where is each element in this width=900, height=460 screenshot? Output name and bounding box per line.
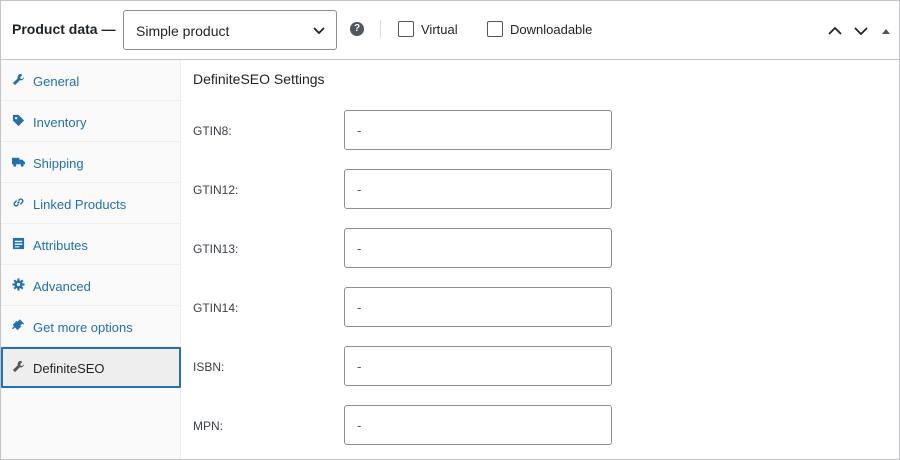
collapse-toggle-icon[interactable] <box>880 23 892 39</box>
tab-attributes[interactable]: Attributes <box>1 224 181 265</box>
truck-icon <box>12 157 25 167</box>
help-icon[interactable]: ? <box>350 22 364 36</box>
wrench-icon <box>12 360 25 373</box>
tab-general[interactable]: General <box>1 60 181 101</box>
tab-get-more-options[interactable]: Get more options <box>1 306 181 347</box>
tab-label: General <box>33 74 80 89</box>
tab-label: Inventory <box>33 115 87 130</box>
wrench-icon <box>12 73 25 86</box>
tab-label: Shipping <box>33 156 84 171</box>
gtin8-label: GTIN8: <box>193 124 232 138</box>
virtual-checkbox[interactable] <box>398 21 414 37</box>
tab-shipping[interactable]: Shipping <box>1 142 181 183</box>
isbn-field[interactable] <box>344 346 612 386</box>
gtin14-field[interactable] <box>344 287 612 327</box>
product-type-value: Simple product <box>136 23 230 39</box>
definiteseo-panel: DefiniteSEO Settings GTIN8: GTIN12: GTIN… <box>182 60 899 459</box>
header-divider <box>380 20 381 38</box>
gtin8-field[interactable] <box>344 110 612 150</box>
tab-advanced[interactable]: Advanced <box>1 265 181 306</box>
gtin13-field[interactable] <box>344 228 612 268</box>
tab-definiteseo[interactable]: DefiniteSEO <box>1 347 181 388</box>
product-type-select[interactable]: Simple product <box>123 10 337 50</box>
plug-icon <box>12 319 25 331</box>
gtin14-label: GTIN14: <box>193 301 239 315</box>
tab-label: Linked Products <box>33 197 127 212</box>
product-data-tabs: General Inventory Shipping Linked Produc… <box>1 60 181 459</box>
tab-label: Attributes <box>33 238 88 253</box>
mpn-field[interactable] <box>344 405 612 445</box>
tab-label: Get more options <box>33 320 133 335</box>
move-up-icon[interactable] <box>827 23 843 39</box>
gtin12-label: GTIN12: <box>193 183 239 197</box>
link-icon <box>13 198 24 207</box>
move-down-icon[interactable] <box>853 23 869 39</box>
list-icon <box>12 237 25 250</box>
tab-label: Advanced <box>33 279 91 294</box>
tab-label: DefiniteSEO <box>33 361 105 376</box>
isbn-label: ISBN: <box>193 360 225 374</box>
chevron-down-icon <box>313 27 325 35</box>
tab-linked-products[interactable]: Linked Products <box>1 183 181 224</box>
gtin13-label: GTIN13: <box>193 242 239 256</box>
section-title: DefiniteSEO Settings <box>193 71 325 87</box>
gtin12-field[interactable] <box>344 169 612 209</box>
downloadable-checkbox[interactable] <box>487 21 503 37</box>
gear-icon <box>12 278 25 291</box>
virtual-label[interactable]: Virtual <box>421 22 458 37</box>
panel-header: Product data — Simple product ? Virtual … <box>1 1 899 60</box>
mpn-label: MPN: <box>193 419 223 433</box>
product-data-panel: Product data — Simple product ? Virtual … <box>0 0 900 460</box>
tag-icon <box>12 114 25 127</box>
panel-title: Product data — <box>12 21 116 37</box>
tab-inventory[interactable]: Inventory <box>1 101 181 142</box>
downloadable-label[interactable]: Downloadable <box>510 22 592 37</box>
